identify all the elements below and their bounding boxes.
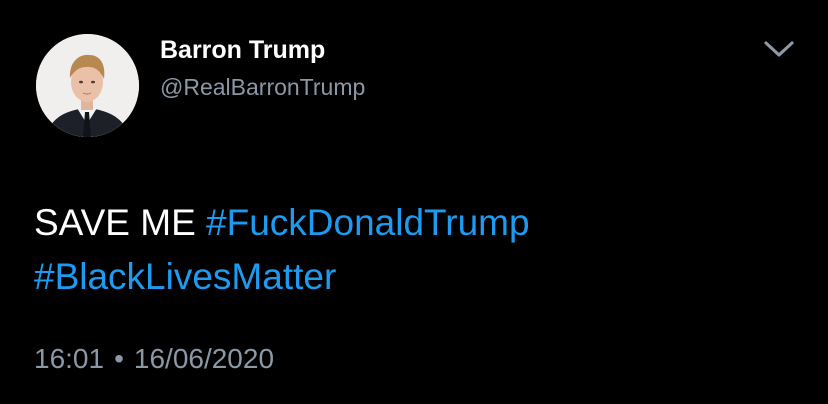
- chevron-down-icon[interactable]: [762, 38, 796, 60]
- tweet-timestamp[interactable]: 16:01 • 16/06/2020: [34, 343, 274, 375]
- hashtag-link[interactable]: #BlackLivesMatter: [34, 256, 336, 297]
- tweet-text: SAVE ME #FuckDonaldTrump #BlackLivesMatt…: [34, 196, 794, 304]
- tweet-time: 16:01: [34, 343, 105, 374]
- tweet-body: SAVE ME: [34, 202, 196, 243]
- separator-dot: •: [114, 343, 124, 374]
- tweet-card: Barron Trump @RealBarronTrump SAVE ME #F…: [0, 0, 828, 404]
- hashtag-link[interactable]: #FuckDonaldTrump: [206, 202, 530, 243]
- user-handle[interactable]: @RealBarronTrump: [160, 74, 365, 101]
- tweet-date: 16/06/2020: [133, 343, 275, 374]
- avatar[interactable]: [36, 34, 139, 137]
- display-name[interactable]: Barron Trump: [160, 36, 325, 65]
